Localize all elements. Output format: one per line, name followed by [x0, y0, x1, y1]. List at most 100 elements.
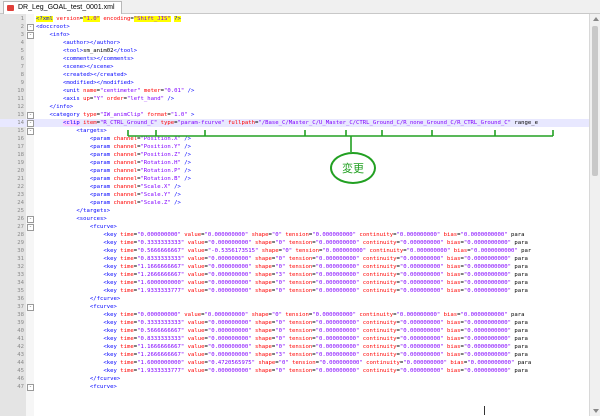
line-text: <param channel="Rotation.H" /> [89, 160, 191, 166]
code-line[interactable]: 32 <key time="1.1666666667" value="0.000… [0, 263, 589, 271]
tab-file[interactable]: DR_Leg_GOAL_test_0001.xml [3, 1, 122, 14]
code-line[interactable]: 22 <param channel="Scale.X" /> [0, 183, 589, 191]
tab-label: DR_Leg_GOAL_test_0001.xml [18, 4, 115, 11]
code-line[interactable]: 47 <fcurve> - [0, 383, 589, 391]
fold-toggle-icon[interactable]: - [27, 384, 34, 391]
code-line[interactable]: 19 <param channel="Rotation.H" /> [0, 159, 589, 167]
scroll-down-icon[interactable] [593, 409, 599, 413]
line-number: 42 [17, 344, 24, 350]
line-number: 38 [17, 312, 24, 318]
code-line[interactable]: 16 <param channel="Position.X" /> [0, 135, 589, 143]
code-editor[interactable]: 1 <?xml version="1.0" encoding="Shift_JIS… [0, 14, 589, 416]
code-line[interactable]: 38 <key time="0.000000000" value="0.0000… [0, 311, 589, 319]
line-text: <doccroot> [36, 24, 70, 30]
code-line[interactable]: 10 <unit name="centimeter" meter="0.01" … [0, 87, 589, 95]
line-text: <key time="1.1666666667" value="0.000000… [103, 264, 528, 270]
code-line[interactable]: 42 <key time="1.1666666667" value="0.000… [0, 343, 589, 351]
code-line[interactable]: 8 <created></created> [0, 71, 589, 79]
code-line[interactable]: 44 <key time="1.6000000000" value="0.472… [0, 359, 589, 367]
code-line[interactable]: 23 <param channel="Scale.Y" /> [0, 191, 589, 199]
code-line[interactable]: 28 <key time="0.000000000" value="0.0000… [0, 231, 589, 239]
code-line[interactable]: 36 </fcurve> [0, 295, 589, 303]
line-text: <axis up="Y" order="left_hand" /> [62, 96, 175, 102]
line-number: 18 [17, 152, 24, 158]
code-line[interactable]: 46 </fcurve> [0, 375, 589, 383]
code-line[interactable]: 27 <fcurve> - [0, 223, 589, 231]
line-text: <fcurve> [89, 224, 117, 230]
code-line[interactable]: 2 <doccroot> - [0, 23, 589, 31]
scroll-up-icon[interactable] [593, 17, 599, 21]
fold-toggle-icon[interactable]: - [27, 216, 34, 223]
code-line[interactable]: 18 <param channel="Position.Z" /> [0, 151, 589, 159]
fold-toggle-icon[interactable]: - [27, 32, 34, 39]
code-line[interactable]: 1 <?xml version="1.0" encoding="Shift_JIS… [0, 15, 589, 23]
code-line[interactable]: 34 <key time="1.6000000000" value="0.000… [0, 279, 589, 287]
line-number: 8 [20, 72, 24, 78]
code-line[interactable]: 12 </info> [0, 103, 589, 111]
code-line[interactable]: 6 <comments></comments> [0, 55, 589, 63]
code-line[interactable]: 39 <key time="0.3333333333" value="0.000… [0, 319, 589, 327]
line-text: <?xml version="1.0" encoding="Shift_JIS"… [36, 16, 181, 22]
scroll-thumb[interactable] [592, 26, 598, 176]
fold-toggle-icon[interactable]: - [27, 128, 34, 135]
code-line[interactable]: 31 <key time="0.8333333333" value="0.000… [0, 255, 589, 263]
line-text: <param channel="Rotation.P" /> [89, 168, 191, 174]
code-line[interactable]: 20 <param channel="Rotation.P" /> [0, 167, 589, 175]
line-text: <clip item="R_CTRL_Ground_C" type="param… [62, 120, 538, 126]
line-number: 23 [17, 192, 24, 198]
code-line[interactable]: 11 <axis up="Y" order="left_hand" /> [0, 95, 589, 103]
line-number: 46 [17, 376, 24, 382]
fold-toggle-icon[interactable]: - [27, 224, 34, 231]
code-line[interactable]: 29 <key time="0.3333333333" value="0.000… [0, 239, 589, 247]
line-text: <param channel="Position.Y" /> [89, 144, 191, 150]
line-text: <key time="1.2666666667" value="0.000000… [103, 352, 528, 358]
line-number: 4 [20, 40, 24, 46]
code-line[interactable]: 21 <param channel="Rotation.B" /> [0, 175, 589, 183]
code-line[interactable]: 37 <fcurve> - [0, 303, 589, 311]
code-line[interactable]: 35 <key time="1.9333333777" value="0.000… [0, 287, 589, 295]
callout-label: 変更 [342, 162, 364, 175]
line-number: 12 [17, 104, 24, 110]
code-line[interactable]: 30 <key time="0.5666666667" value="-0.53… [0, 247, 589, 255]
code-line[interactable]: 26 <sources> - [0, 215, 589, 223]
code-line[interactable]: 40 <key time="0.5666666667" value="0.000… [0, 327, 589, 335]
code-line[interactable]: 4 <author></author> [0, 39, 589, 47]
line-text: <category type="IW_animClip" format="1.0… [49, 112, 195, 118]
code-line[interactable]: 7 <scene></scene> [0, 63, 589, 71]
line-number: 17 [17, 144, 24, 150]
line-text: <key time="0.5666666667" value="-0.53561… [103, 248, 532, 254]
line-text: <targets> [76, 128, 107, 134]
tab-bar: DR_Leg_GOAL_test_0001.xml [0, 0, 600, 14]
line-number: 30 [17, 248, 24, 254]
line-number: 29 [17, 240, 24, 246]
code-line[interactable]: 25 </targets> [0, 207, 589, 215]
fold-toggle-icon[interactable]: - [27, 304, 34, 311]
code-line[interactable]: 9 <modified></modified> [0, 79, 589, 87]
line-text: <key time="1.6000000000" value="0.000000… [103, 280, 528, 286]
code-line[interactable]: 17 <param channel="Position.Y" /> [0, 143, 589, 151]
line-text: <created></created> [62, 72, 127, 78]
code-line[interactable]: 45 <key time="1.9333333777" value="0.000… [0, 367, 589, 375]
code-line[interactable]: 13 <category type="IW_animClip" format="… [0, 111, 589, 119]
line-text: <key time="0.8333333333" value="0.000000… [103, 256, 528, 262]
line-number: 39 [17, 320, 24, 326]
line-number: 14 [17, 120, 24, 126]
line-text: <scene></scene> [62, 64, 114, 70]
vertical-scrollbar[interactable] [589, 14, 600, 416]
code-line[interactable]: 33 <key time="1.2666666667" value="0.000… [0, 271, 589, 279]
line-text: <author></author> [62, 40, 121, 46]
fold-toggle-icon[interactable]: - [27, 112, 34, 119]
code-line[interactable]: 43 <key time="1.2666666667" value="0.000… [0, 351, 589, 359]
fold-toggle-icon[interactable]: - [27, 24, 34, 31]
fold-toggle-icon[interactable]: - [27, 120, 34, 127]
code-line[interactable]: 5 <tool>sm_anim02</tool> [0, 47, 589, 55]
code-line[interactable]: 24 <param channel="Scale.Z" /> [0, 199, 589, 207]
code-line[interactable]: 41 <key time="0.8333333333" value="0.000… [0, 335, 589, 343]
code-line[interactable]: 14 <clip item="R_CTRL_Ground_C" type="pa… [0, 119, 589, 127]
code-line[interactable]: 3 <info> - [0, 31, 589, 39]
line-number: 35 [17, 288, 24, 294]
code-line[interactable]: 15 <targets> - [0, 127, 589, 135]
file-icon [7, 5, 14, 11]
line-number: 28 [17, 232, 24, 238]
line-number: 5 [20, 48, 24, 54]
